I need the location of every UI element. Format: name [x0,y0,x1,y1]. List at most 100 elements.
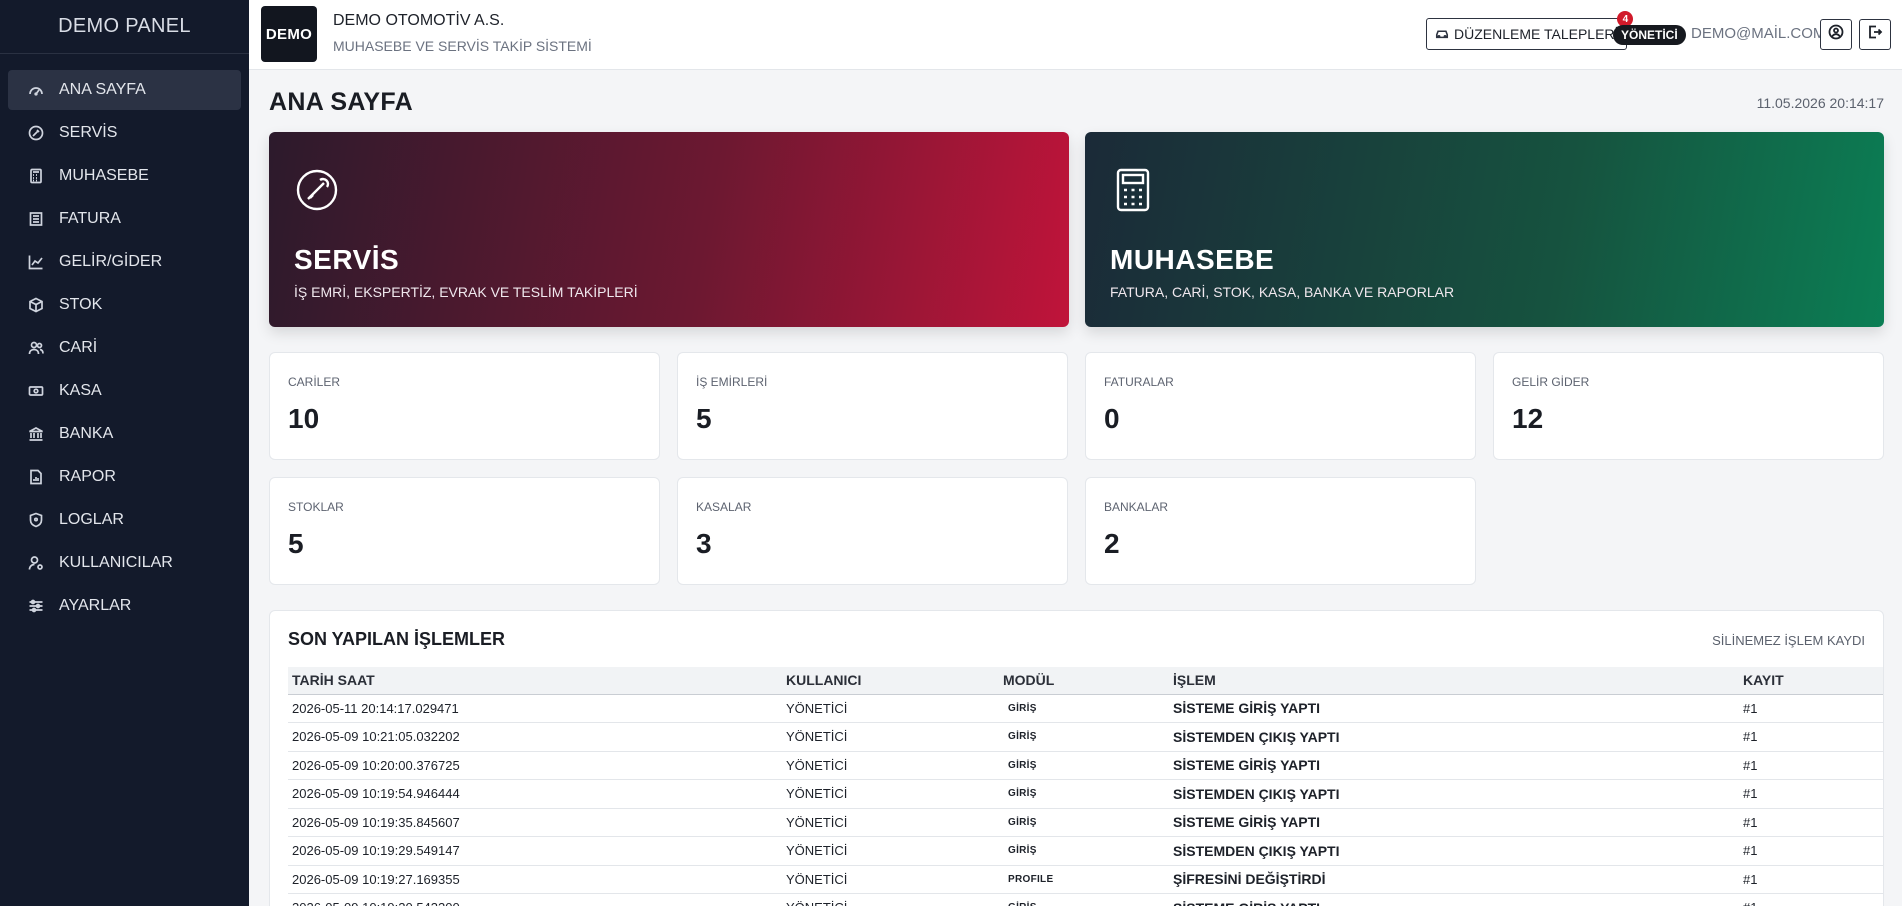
stat-value: 5 [288,528,304,559]
stat-label: CARİLER [288,375,341,389]
sidebar-item-servis[interactable]: SERVİS [8,113,241,153]
company-logo: DEMO [261,6,317,62]
edit-requests-button[interactable]: DÜZENLEME TALEPLERİ 4 [1426,11,1634,50]
sidebar-item-banka[interactable]: BANKA [8,414,241,454]
stat-value: 10 [288,403,320,434]
cell-action: SİSTEME GİRİŞ YAPTI [1169,808,1739,837]
box-icon [28,297,44,313]
topbar: DEMO DEMO OTOMOTİV A.S. MUHASEBE VE SERV… [249,0,1902,70]
cell-user: YÖNETİCİ [782,836,999,866]
cell-module: GİRİŞ [999,836,1169,866]
sidebar-item-label: ANA SAYFA [59,81,146,98]
sidebar-item-rapor[interactable]: RAPOR [8,457,241,497]
sidebar-item-label: LOGLAR [59,511,124,528]
table-row: 2026-05-09 10:21:05.032202 YÖNETİCİ GİRİ… [288,722,1883,752]
table-row: 2026-05-09 10:19:20.543200 YÖNETİCİ GİRİ… [288,893,1883,906]
profile-button[interactable] [1820,19,1852,50]
stat-value: 0 [1104,403,1120,434]
servis-hero-subtitle: İŞ EMRİ, EKSPERTİZ, EVRAK VE TESLİM TAKİ… [294,284,638,300]
cell-timestamp: 2026-05-09 10:19:29.549147 [288,836,782,866]
stat-label: FATURALAR [1104,375,1174,389]
stat-value: 5 [696,403,712,434]
cell-module: GİRİŞ [999,751,1169,780]
cell-record: #1 [1739,779,1883,809]
cell-user: YÖNETİCİ [782,865,999,894]
sidebar-item-kullanicilar[interactable]: KULLANICILAR [8,543,241,583]
tools-icon [28,125,44,141]
cell-action: SİSTEME GİRİŞ YAPTI [1169,893,1739,906]
cell-user: YÖNETİCİ [782,893,999,906]
sidebar-item-label: BANKA [59,425,114,442]
cell-action: SİSTEME GİRİŞ YAPTI [1169,751,1739,780]
users-icon [28,340,44,356]
stat-label: STOKLAR [288,500,344,514]
cash-icon [28,383,44,399]
cell-module: GİRİŞ [999,779,1169,809]
user-gear-icon [28,555,44,571]
cell-timestamp: 2026-05-09 10:19:20.543200 [288,893,782,906]
table-header-row: TARİH SAAT KULLANICI MODÜL İŞLEM KAYIT [288,667,1883,695]
tools-icon [294,167,340,213]
sidebar-item-fatura[interactable]: FATURA [8,199,241,239]
stat-card-cariler[interactable]: CARİLER 10 [269,352,660,460]
sidebar-item-stok[interactable]: STOK [8,285,241,325]
stat-card-stoklar[interactable]: STOKLAR 5 [269,477,660,585]
muhasebe-hero-subtitle: FATURA, CARİ, STOK, KASA, BANKA VE RAPOR… [1110,284,1455,300]
role-badge: YÖNETİCİ [1613,25,1686,45]
stat-value: 2 [1104,528,1120,559]
table-row: 2026-05-09 10:19:29.549147 YÖNETİCİ GİRİ… [288,836,1883,866]
report-icon [28,469,44,485]
cell-record: #1 [1739,694,1883,723]
cell-record: #1 [1739,751,1883,780]
cell-record: #1 [1739,808,1883,837]
cell-user: YÖNETİCİ [782,779,999,809]
stat-card-kasalar[interactable]: KASALAR 3 [677,477,1068,585]
cell-module: GİRİŞ [999,808,1169,837]
sidebar-item-label: AYARLAR [59,597,132,614]
calculator-icon [1110,167,1156,213]
sliders-icon [28,598,44,614]
cell-timestamp: 2026-05-09 10:19:54.946444 [288,779,782,809]
column-header: İŞLEM [1169,667,1739,695]
muhasebe-hero-card[interactable]: MUHASEBE FATURA, CARİ, STOK, KASA, BANKA… [1085,132,1884,327]
stat-card-gelir-gider[interactable]: GELİR GİDER 12 [1493,352,1884,460]
sidebar-item-kasa[interactable]: KASA [8,371,241,411]
cell-action: ŞİFRESİNİ DEĞİŞTİRDİ [1169,865,1739,894]
cell-timestamp: 2026-05-09 10:21:05.032202 [288,722,782,752]
table-row: 2026-05-09 10:20:00.376725 YÖNETİCİ GİRİ… [288,751,1883,780]
user-circle-icon [1828,24,1844,45]
sidebar-item-label: KASA [59,382,102,399]
invoice-icon [28,211,44,227]
cell-timestamp: 2026-05-09 10:19:35.845607 [288,808,782,837]
shield-icon [28,512,44,528]
sidebar-item-loglar[interactable]: LOGLAR [8,500,241,540]
cell-action: SİSTEME GİRİŞ YAPTI [1169,694,1739,723]
sidebar-item-muhasebe[interactable]: MUHASEBE [8,156,241,196]
sidebar-item-ayarlar[interactable]: AYARLAR [8,586,241,626]
cell-action: SİSTEMDEN ÇIKIŞ YAPTI [1169,836,1739,866]
logout-button[interactable] [1859,19,1891,50]
stat-label: GELİR GİDER [1512,375,1590,389]
servis-hero-card[interactable]: SERVİS İŞ EMRİ, EKSPERTİZ, EVRAK VE TESL… [269,132,1069,327]
sidebar-item-gelir-gider[interactable]: GELİR/GİDER [8,242,241,282]
column-header: KAYIT [1739,667,1883,695]
calculator-icon [28,168,44,184]
edit-requests-label: DÜZENLEME TALEPLERİ [1454,26,1619,42]
stat-card-bankalar[interactable]: BANKALAR 2 [1085,477,1476,585]
stat-card-is-emirleri[interactable]: İŞ EMİRLERİ 5 [677,352,1068,460]
sidebar-item-cari[interactable]: CARİ [8,328,241,368]
sidebar-item-label: MUHASEBE [59,167,149,184]
panel-note: SİLİNEMEZ İŞLEM KAYDI [1712,633,1865,648]
cell-module: GİRİŞ [999,722,1169,752]
stat-value: 12 [1512,403,1544,434]
sidebar-brand: DEMO PANEL [0,0,249,54]
logout-icon [1867,24,1883,45]
servis-hero-title: SERVİS [294,244,400,275]
stat-card-faturalar[interactable]: FATURALAR 0 [1085,352,1476,460]
cell-user: YÖNETİCİ [782,808,999,837]
cell-record: #1 [1739,893,1883,906]
sidebar-item-label: STOK [59,296,103,313]
sidebar-item-ana-sayfa[interactable]: ANA SAYFA [8,70,241,110]
sidebar-item-label: RAPOR [59,468,116,485]
cell-timestamp: 2026-05-09 10:20:00.376725 [288,751,782,780]
